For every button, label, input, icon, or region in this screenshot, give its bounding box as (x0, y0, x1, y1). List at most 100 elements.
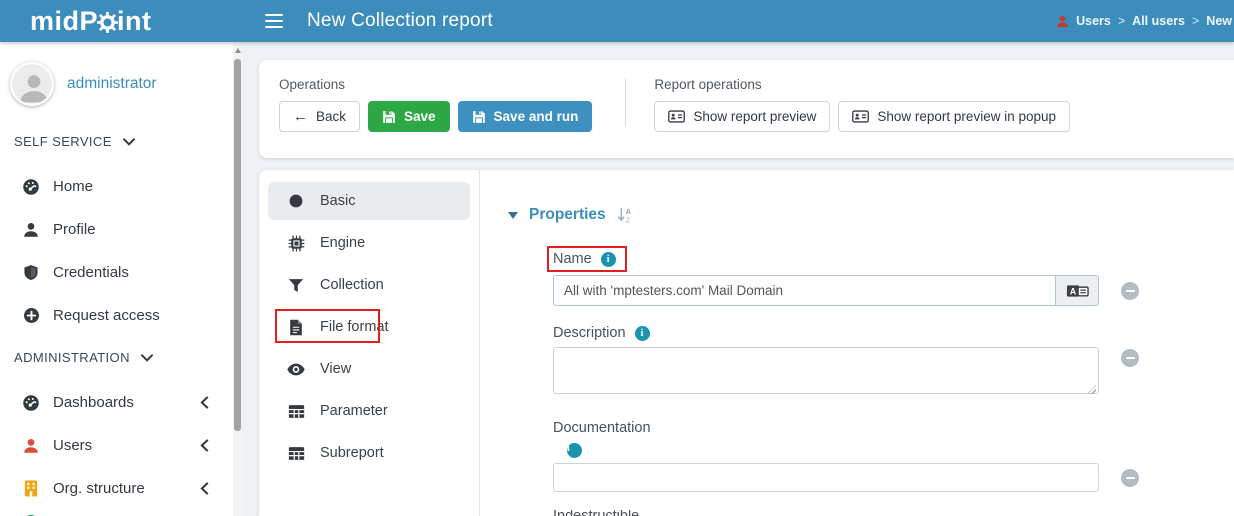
save-and-run-button-label: Save and run (494, 109, 579, 124)
section-header-self-service[interactable]: SELF SERVICE (14, 134, 233, 149)
user-icon (21, 438, 41, 454)
tab-engine[interactable]: Engine (268, 224, 470, 262)
chevron-down-icon (141, 354, 153, 362)
remove-value-button[interactable] (1121, 349, 1139, 367)
tachometer-icon (21, 178, 41, 196)
tab-basic[interactable]: Basic (268, 182, 470, 220)
eye-icon (287, 363, 305, 376)
breadcrumb-separator: > (1118, 14, 1125, 28)
description-textarea[interactable] (553, 347, 1099, 394)
tab-label: Parameter (320, 403, 388, 419)
show-report-preview-popup-label: Show report preview in popup (877, 109, 1056, 124)
sidebar: administrator SELF SERVICE Home Profile (0, 42, 233, 516)
sidebar-item-home[interactable]: Home (0, 165, 233, 208)
name-input[interactable] (553, 275, 1056, 306)
info-icon[interactable]: i (601, 252, 616, 267)
breadcrumb-item-all-users[interactable]: All users (1132, 14, 1185, 28)
sidebar-item-dashboards[interactable]: Dashboards (0, 381, 233, 424)
shield-icon (21, 264, 41, 281)
save-and-run-button[interactable]: Save and run (458, 101, 593, 132)
description-field-label: Description i (553, 325, 650, 341)
save-floppy-icon (382, 110, 396, 124)
tab-view[interactable]: View (268, 350, 470, 388)
caret-down-icon[interactable] (508, 212, 518, 219)
sidebar-item-label: Profile (53, 221, 96, 238)
angle-left-icon (200, 482, 209, 495)
sort-alpha-icon[interactable]: AZ (617, 207, 633, 223)
properties-section-header: Properties AZ (508, 206, 1234, 224)
chevron-down-icon (123, 138, 135, 146)
show-report-preview-label: Show report preview (693, 109, 816, 124)
sidebar-item-label: Credentials (53, 264, 129, 281)
documentation-input[interactable] (553, 463, 1099, 492)
svg-text:A: A (1069, 286, 1076, 296)
breadcrumb-user-icon (1056, 15, 1069, 28)
operations-label: Operations (279, 77, 592, 92)
sidebar-item-credentials[interactable]: Credentials (0, 251, 233, 294)
table-icon (287, 446, 305, 461)
angle-left-icon (200, 396, 209, 409)
circle-icon (287, 194, 305, 208)
info-icon[interactable]: i (567, 443, 582, 458)
avatar (10, 62, 54, 106)
midpoint-logo[interactable]: midP int (0, 6, 247, 37)
translate-icon[interactable]: A (1056, 275, 1099, 306)
back-button[interactable]: ← Back (279, 101, 360, 132)
address-card-icon (852, 110, 869, 123)
tab-label: Engine (320, 235, 365, 251)
name-field-block: Name i A (553, 246, 1139, 306)
name-field-label: Name (553, 251, 592, 267)
hamburger-menu-icon[interactable] (265, 14, 283, 28)
remove-value-button[interactable] (1121, 469, 1139, 487)
sidebar-item-label: Request access (53, 307, 160, 324)
tab-subreport[interactable]: Subreport (268, 434, 470, 472)
remove-value-button[interactable] (1121, 282, 1139, 300)
breadcrumb: Users > All users > New (1056, 14, 1234, 28)
building-icon (21, 480, 41, 497)
plus-circle-icon (21, 307, 41, 324)
svg-text:Z: Z (625, 215, 630, 223)
section-label: SELF SERVICE (14, 134, 112, 149)
info-icon[interactable]: i (635, 326, 650, 341)
description-field-block: Description i (553, 324, 1139, 399)
breadcrumb-item-users[interactable]: Users (1076, 14, 1111, 28)
tab-parameter[interactable]: Parameter (268, 392, 470, 430)
breadcrumb-item-new[interactable]: New (1206, 14, 1232, 28)
form-panel: Properties AZ Name i (480, 170, 1234, 516)
page-title: New Collection report (307, 10, 493, 32)
sidebar-item-profile[interactable]: Profile (0, 208, 233, 251)
arrow-left-icon: ← (293, 108, 308, 125)
operations-group: Operations ← Back Save (279, 77, 592, 158)
documentation-field-block: Documentation i (553, 419, 1139, 492)
tab-label: Collection (320, 277, 384, 293)
table-icon (287, 404, 305, 419)
tab-label: Basic (320, 193, 355, 209)
annotation-box: Name i (547, 246, 627, 272)
tab-label: View (320, 361, 351, 377)
main-content: Operations ← Back Save (242, 42, 1234, 516)
show-report-preview-button[interactable]: Show report preview (654, 101, 830, 132)
microchip-icon (287, 235, 305, 252)
scrollbar-up-arrow[interactable] (235, 48, 241, 53)
sidebar-item-org-structure[interactable]: Org. structure (0, 467, 233, 510)
save-floppy-icon (472, 110, 486, 124)
tab-list: Basic Engine Collection (259, 170, 480, 516)
sidebar-scrollbar[interactable] (233, 42, 242, 516)
back-button-label: Back (316, 109, 346, 124)
tachometer-icon (21, 394, 41, 412)
sidebar-item-users[interactable]: Users (0, 424, 233, 467)
sidebar-item-request-access[interactable]: Request access (0, 294, 233, 337)
user-panel[interactable]: administrator (0, 42, 233, 106)
scrollbar-thumb[interactable] (234, 59, 241, 431)
tab-label: Subreport (320, 445, 384, 461)
save-button[interactable]: Save (368, 101, 450, 132)
address-card-icon (668, 110, 685, 123)
toolbar-divider (625, 79, 626, 127)
angle-left-icon (200, 439, 209, 452)
user-icon (21, 222, 41, 238)
tab-collection[interactable]: Collection (268, 266, 470, 304)
tab-file-format[interactable]: File format (268, 308, 470, 346)
section-header-administration[interactable]: ADMINISTRATION (14, 350, 233, 365)
show-report-preview-popup-button[interactable]: Show report preview in popup (838, 101, 1070, 132)
report-operations-group: Report operations Show report preview Sh… (654, 77, 1070, 158)
